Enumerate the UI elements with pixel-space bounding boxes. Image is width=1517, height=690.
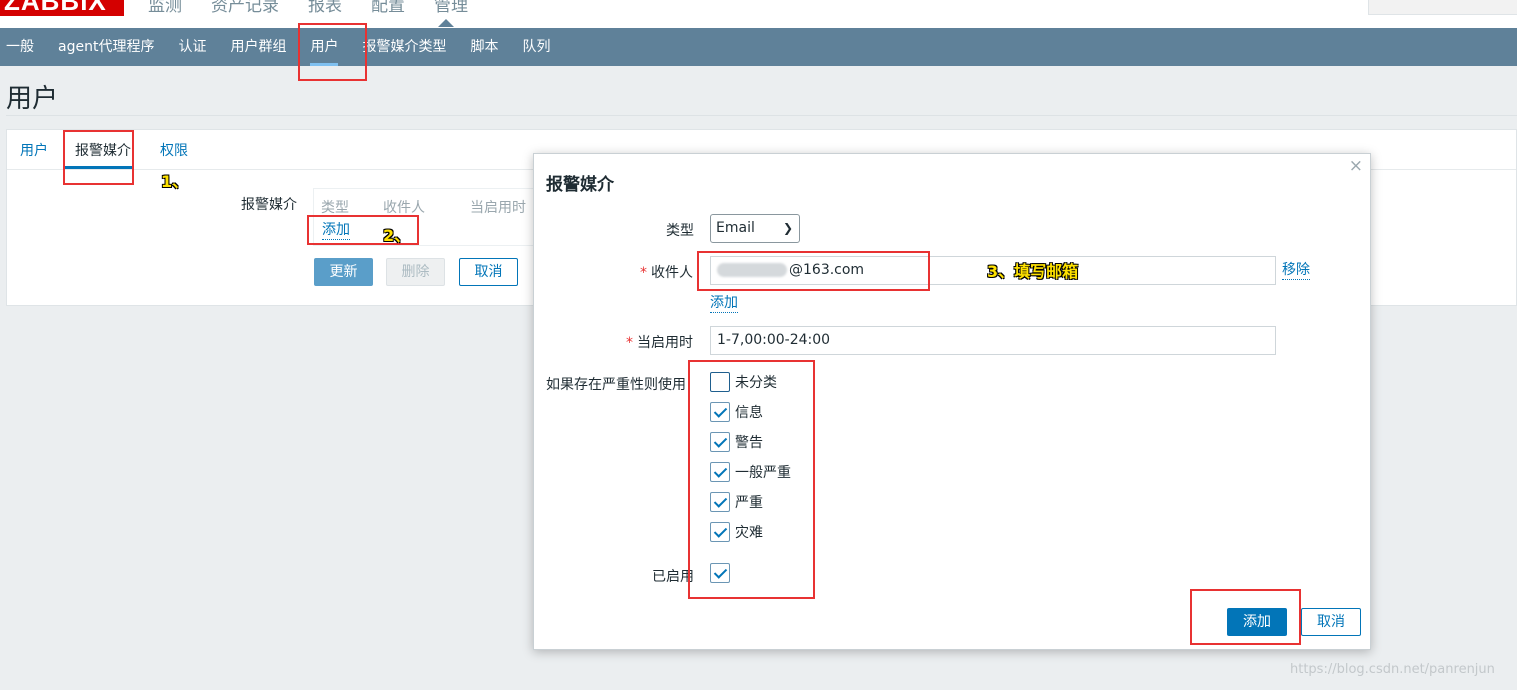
- subnav-authentication[interactable]: 认证: [166, 28, 218, 66]
- menu-configuration[interactable]: 配置: [371, 0, 405, 16]
- add-recipient-link[interactable]: 添加: [710, 295, 738, 313]
- cancel-button[interactable]: 取消: [459, 258, 518, 286]
- when-active-label: * 当启用时: [626, 335, 693, 351]
- watermark-text: https://blog.csdn.net/panrenjun: [1290, 662, 1495, 677]
- annotation-box-add-button: [1190, 589, 1301, 645]
- menu-inventory[interactable]: 资产记录: [211, 0, 279, 16]
- tab-permissions[interactable]: 权限: [160, 140, 188, 160]
- annotation-box-recipient: [697, 251, 930, 291]
- update-button[interactable]: 更新: [314, 258, 373, 286]
- recipient-label: * 收件人: [640, 265, 693, 281]
- annotation-box-severities: [688, 360, 815, 599]
- severity-label: 如果存在严重性则使用: [546, 377, 686, 393]
- subnav-general[interactable]: 一般: [0, 28, 46, 66]
- subnav-scripts[interactable]: 脚本: [458, 28, 510, 66]
- annotation-step-1: 1、: [161, 172, 189, 191]
- annotation-step-2: 2、: [383, 226, 411, 245]
- chevron-down-icon: ❯: [782, 221, 793, 235]
- dialog-title: 报警媒介: [546, 175, 614, 195]
- type-label: 类型: [666, 223, 694, 239]
- column-header-recipient: 收件人: [383, 200, 425, 216]
- sub-navigation: 一般 agent代理程序 认证 用户群组 用户 报警媒介类型 脚本 队列: [0, 28, 1517, 66]
- tab-user[interactable]: 用户: [20, 140, 48, 160]
- subnav-user-groups[interactable]: 用户群组: [218, 28, 298, 66]
- annotation-box-media-tab: [63, 130, 134, 185]
- menu-administration[interactable]: 管理: [434, 0, 468, 16]
- dialog-cancel-button[interactable]: 取消: [1301, 608, 1361, 636]
- column-header-type: 类型: [321, 200, 349, 216]
- top-header: ZABBIX 监测 资产记录 报表 配置 管理: [0, 0, 1517, 28]
- search-input[interactable]: [1368, 0, 1517, 15]
- delete-button[interactable]: 删除: [386, 258, 445, 286]
- subnav-proxies[interactable]: agent代理程序: [46, 28, 166, 66]
- main-menu: 监测 资产记录 报表 配置 管理: [148, 0, 468, 27]
- close-icon[interactable]: ×: [1349, 156, 1363, 176]
- media-dialog: 报警媒介 × 类型 Email ❯ * 收件人 @163.com 移除 添加 * 当…: [533, 153, 1371, 650]
- type-select-value: Email: [716, 220, 755, 236]
- page-title: 用户: [6, 84, 59, 114]
- annotation-box-users-nav: [298, 23, 367, 81]
- zabbix-logo[interactable]: ZABBIX: [0, 0, 124, 16]
- annotation-step-3: 3、填写邮箱: [987, 262, 1079, 281]
- menu-reports[interactable]: 报表: [308, 0, 342, 16]
- title-divider: [6, 115, 1517, 116]
- media-field-label: 报警媒介: [241, 197, 297, 213]
- column-header-when-active: 当启用时: [470, 200, 526, 216]
- remove-recipient-link[interactable]: 移除: [1282, 262, 1310, 280]
- subnav-queue[interactable]: 队列: [510, 28, 562, 66]
- type-select[interactable]: Email ❯: [710, 214, 800, 243]
- menu-monitoring[interactable]: 监测: [148, 0, 182, 16]
- when-active-input[interactable]: 1-7,00:00-24:00: [710, 326, 1276, 355]
- active-menu-arrow: [438, 19, 454, 27]
